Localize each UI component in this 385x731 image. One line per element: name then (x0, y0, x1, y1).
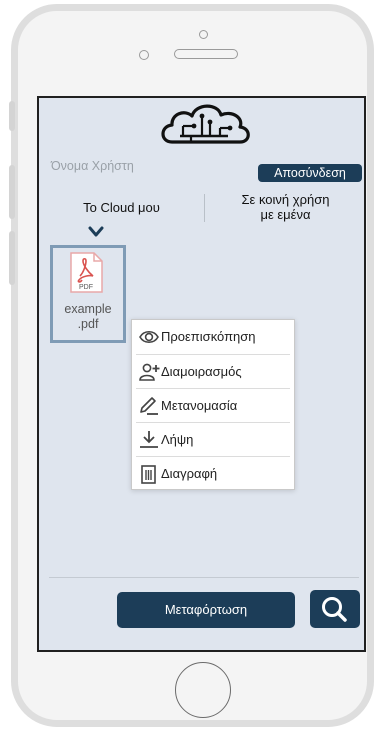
tab-shared-label: Σε κοινή χρήση με εμένα (241, 192, 330, 222)
front-camera (199, 30, 208, 39)
username-label: Όνομα Χρήστη (51, 159, 134, 173)
app-screen: Όνομα Χρήστη Αποσύνδεση Το Cloud μου Σε … (37, 96, 366, 652)
file-item[interactable]: PDF example .pdf (50, 245, 126, 343)
mute-switch (9, 101, 15, 131)
menu-item-download[interactable]: Λήψη (132, 423, 294, 457)
sensor (139, 50, 149, 60)
file-name-label: example .pdf (64, 302, 112, 331)
tab-shared-with-me[interactable]: Σε κοινή χρήση με εμένα (205, 188, 364, 226)
menu-item-rename-label: Μετανομασία (161, 398, 238, 413)
menu-item-preview[interactable]: Προεπισκόπηση (132, 320, 294, 354)
add-user-icon (139, 363, 160, 381)
menu-item-rename[interactable]: Μετανομασία (132, 389, 294, 423)
pdf-type-label: PDF (79, 284, 93, 291)
eye-icon (139, 330, 159, 344)
home-button[interactable] (175, 662, 231, 718)
menu-item-delete[interactable]: Διαγραφή (132, 457, 294, 491)
search-icon (322, 597, 347, 622)
menu-item-share[interactable]: Διαμοιρασμός (132, 355, 294, 389)
chevron-down-icon (88, 226, 104, 237)
cloud-circuit-logo-icon (161, 104, 250, 144)
footer-divider (49, 577, 359, 578)
search-button[interactable] (310, 590, 360, 628)
upload-button[interactable]: Μεταφόρτωση (117, 592, 295, 628)
logout-button[interactable]: Αποσύνδεση (258, 164, 362, 182)
menu-item-preview-label: Προεπισκόπηση (161, 329, 256, 344)
file-context-menu: Προεπισκόπηση Διαμοιρασμός Μετανομασία Λ… (131, 319, 295, 490)
tab-my-cloud-label: Το Cloud μου (83, 199, 160, 215)
volume-down-button (9, 231, 15, 285)
download-icon (140, 431, 158, 448)
menu-item-download-label: Λήψη (161, 432, 194, 447)
pdf-file-icon: PDF (70, 252, 103, 293)
volume-up-button (9, 165, 15, 219)
menu-item-share-label: Διαμοιρασμός (161, 364, 242, 379)
pencil-icon (140, 397, 158, 415)
menu-item-delete-label: Διαγραφή (161, 466, 218, 481)
earpiece-speaker (174, 49, 238, 59)
tab-my-cloud[interactable]: Το Cloud μου (39, 188, 204, 226)
trash-icon (141, 465, 156, 484)
